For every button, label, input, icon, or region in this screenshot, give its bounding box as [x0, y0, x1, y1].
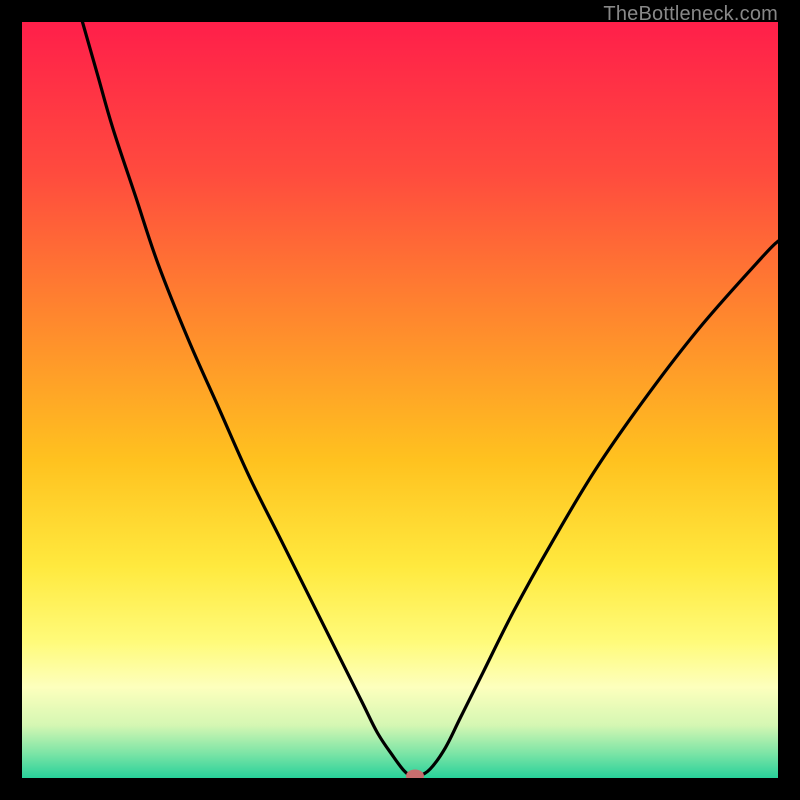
outer-frame: TheBottleneck.com: [0, 0, 800, 800]
curve-layer: [22, 22, 778, 778]
optimal-marker: [406, 769, 424, 778]
plot-area: [22, 22, 778, 778]
bottleneck-curve: [82, 22, 778, 777]
